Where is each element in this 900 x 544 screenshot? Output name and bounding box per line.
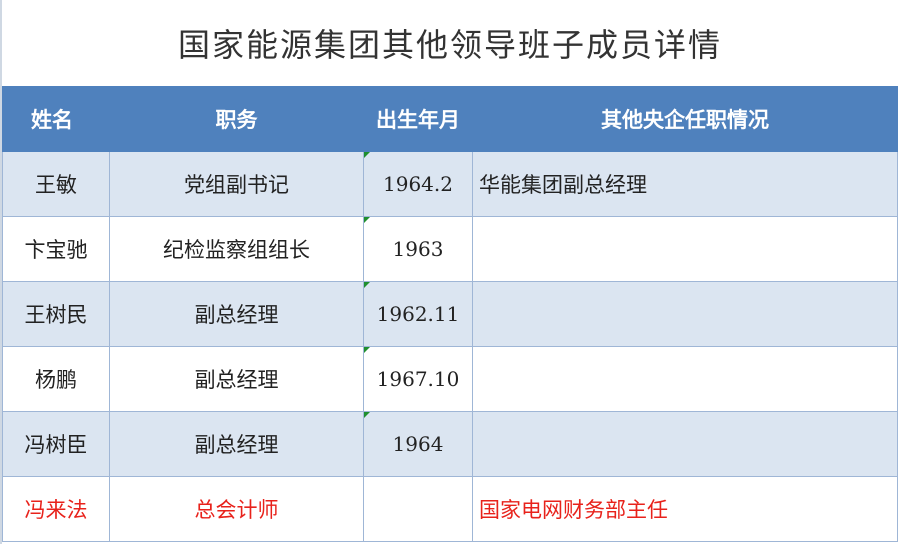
comment-marker-icon: [364, 412, 370, 418]
table-row: 冯树臣 副总经理 1964: [2, 411, 898, 477]
cell-other-posts[interactable]: 华能集团副总经理: [472, 151, 898, 217]
column-header-name[interactable]: 姓名: [2, 86, 110, 152]
cell-birth[interactable]: 1963: [363, 216, 473, 282]
table-row: 冯来法 总会计师 国家电网财务部主任: [2, 476, 898, 542]
page-title: 国家能源集团其他领导班子成员详情: [177, 26, 722, 64]
cell-birth-text: 1962.11: [376, 302, 460, 326]
cell-name[interactable]: 冯树臣: [2, 411, 110, 477]
cell-position[interactable]: 纪检监察组组长: [109, 216, 364, 282]
cell-name[interactable]: 卞宝驰: [2, 216, 110, 282]
cell-position[interactable]: 副总经理: [109, 281, 364, 347]
cell-birth[interactable]: 1962.11: [363, 281, 473, 347]
cell-other-posts[interactable]: [472, 411, 898, 477]
table-row: 王树民 副总经理 1962.11: [2, 281, 898, 347]
cell-position[interactable]: 副总经理: [109, 346, 364, 412]
cell-position[interactable]: 副总经理: [109, 411, 364, 477]
cell-name[interactable]: 冯来法: [2, 476, 110, 542]
cell-other-posts[interactable]: 国家电网财务部主任: [472, 476, 898, 542]
cell-other-posts[interactable]: [472, 281, 898, 347]
cell-other-posts[interactable]: [472, 346, 898, 412]
cell-name[interactable]: 王树民: [2, 281, 110, 347]
cell-birth-text: 1964.2: [383, 172, 453, 196]
table-row: 卞宝驰 纪检监察组组长 1963: [2, 216, 898, 282]
comment-marker-icon: [364, 152, 370, 158]
table-row: 王敏 党组副书记 1964.2 华能集团副总经理: [2, 151, 898, 217]
cell-name[interactable]: 王敏: [2, 151, 110, 217]
table-row: 杨鹏 副总经理 1967.10: [2, 346, 898, 412]
cell-other-posts[interactable]: [472, 216, 898, 282]
comment-marker-icon: [364, 217, 370, 223]
cell-birth[interactable]: 1964.2: [363, 151, 473, 217]
cell-name[interactable]: 杨鹏: [2, 346, 110, 412]
column-header-other-posts[interactable]: 其他央企任职情况: [472, 86, 898, 152]
column-header-birth[interactable]: 出生年月: [363, 86, 473, 152]
spreadsheet-view: 国家能源集团其他领导班子成员详情 姓名 职务 出生年月 其他央企任职情况 王敏 …: [0, 0, 900, 544]
cell-birth-text: 1964: [392, 432, 444, 456]
table-header-row: 姓名 职务 出生年月 其他央企任职情况: [2, 86, 898, 152]
cell-position[interactable]: 党组副书记: [109, 151, 364, 217]
cell-birth[interactable]: 1964: [363, 411, 473, 477]
cell-birth-text: 1967.10: [376, 367, 460, 391]
cell-birth[interactable]: [363, 476, 473, 542]
leaders-table: 姓名 职务 出生年月 其他央企任职情况 王敏 党组副书记 1964.2 华能集团…: [2, 86, 898, 542]
cell-birth-text: 1963: [392, 237, 444, 261]
cell-position[interactable]: 总会计师: [109, 476, 364, 542]
column-header-position[interactable]: 职务: [109, 86, 364, 152]
cell-birth[interactable]: 1967.10: [363, 346, 473, 412]
comment-marker-icon: [364, 282, 370, 288]
comment-marker-icon: [364, 347, 370, 353]
